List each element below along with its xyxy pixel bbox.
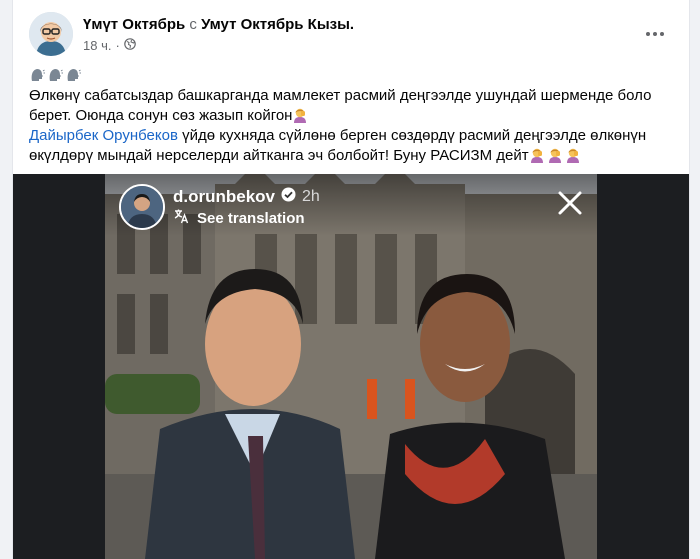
globe-icon[interactable] bbox=[124, 38, 136, 53]
see-translation-label: See translation bbox=[197, 209, 305, 227]
verified-badge-icon bbox=[281, 187, 296, 207]
post-text: Өлкөнү сабатсыздар башкарганда мамлекет … bbox=[29, 66, 673, 166]
paragraph-1: Өлкөнү сабатсыздар башкарганда мамлекет … bbox=[29, 86, 673, 126]
story-avatar[interactable] bbox=[119, 184, 165, 230]
author-avatar[interactable] bbox=[29, 12, 73, 56]
tagged-name[interactable]: Умут Октябрь Кызы. bbox=[201, 16, 354, 33]
paragraph-2: Дайырбек Орунбеков үйдө кухняда сүйлөнө … bbox=[29, 126, 673, 166]
story-screenshot: d.orunbekov 2h See translation bbox=[105, 174, 597, 559]
speaking-head-emoji bbox=[47, 67, 63, 83]
post-time[interactable]: 18 ч. bbox=[83, 38, 111, 53]
speaking-head-emoji bbox=[29, 67, 45, 83]
see-translation-button[interactable]: See translation bbox=[173, 208, 305, 228]
author-joiner: с bbox=[189, 16, 197, 33]
speaking-head-emoji bbox=[65, 67, 81, 83]
translate-icon bbox=[173, 208, 189, 228]
story-time: 2h bbox=[302, 188, 320, 205]
woman-facepalming-emoji bbox=[292, 107, 308, 123]
story-user-line: d.orunbekov 2h bbox=[173, 187, 320, 207]
story-username[interactable]: d.orunbekov bbox=[173, 187, 275, 207]
post-meta: 18 ч. · bbox=[83, 38, 136, 53]
woman-facepalming-emoji bbox=[529, 147, 545, 163]
post-header: Үмүт Октябрь с Умут Октябрь Кызы. 18 ч. … bbox=[29, 12, 673, 56]
author-name[interactable]: Үмүт Октябрь bbox=[83, 16, 185, 33]
woman-facepalming-emoji bbox=[547, 147, 563, 163]
emoji-line bbox=[29, 66, 673, 86]
paragraph-1-text: Өлкөнү сабатсыздар башкарганда мамлекет … bbox=[29, 87, 652, 124]
close-icon[interactable] bbox=[555, 188, 585, 218]
more-horizontal-icon[interactable] bbox=[637, 16, 673, 52]
facebook-post: Үмүт Октябрь с Умут Октябрь Кызы. 18 ч. … bbox=[12, 0, 690, 559]
post-photo[interactable]: d.orunbekov 2h See translation bbox=[13, 174, 689, 559]
woman-facepalming-emoji bbox=[565, 147, 581, 163]
dot-separator: · bbox=[115, 38, 120, 53]
mention-link[interactable]: Дайырбек Орунбеков bbox=[29, 127, 178, 144]
author-line: Үмүт Октябрь с Умут Октябрь Кызы. bbox=[83, 16, 354, 33]
